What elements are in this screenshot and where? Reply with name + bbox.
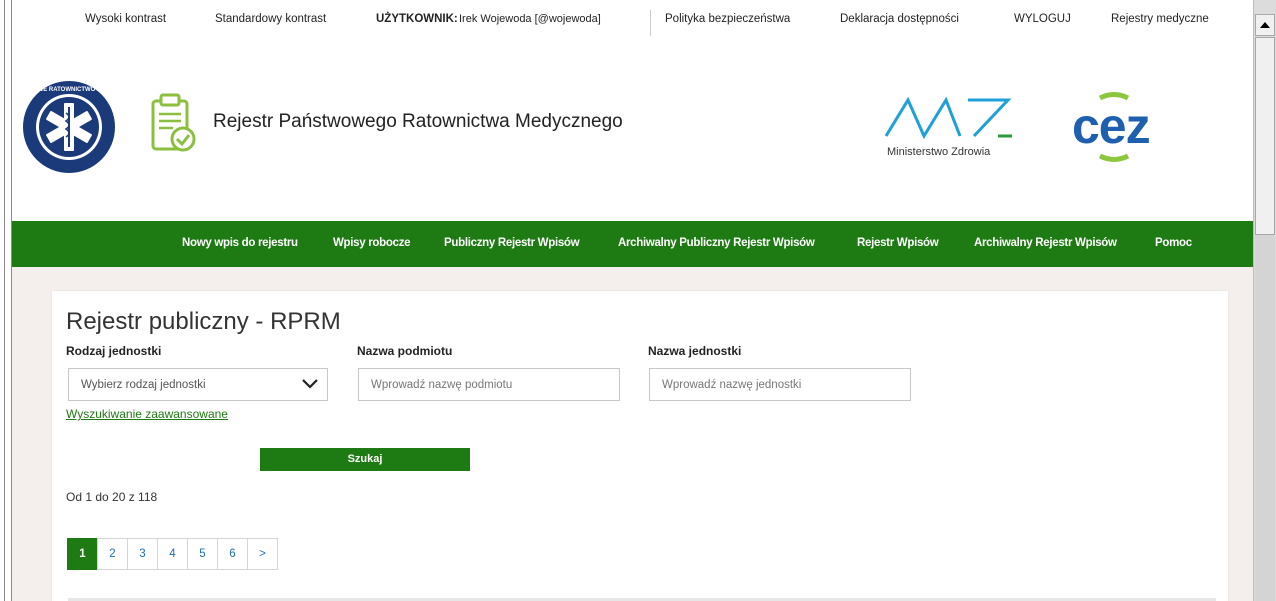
unit-name-placeholder: Wprowadź nazwę jednostki [662,379,802,391]
search-card: Rejestr publiczny - RPRM Rodzaj jednostk… [52,291,1228,601]
scroll-thumb[interactable] [1255,37,1275,235]
ministry-mz-icon [884,96,1012,140]
entity-name-input[interactable]: Wprowadź nazwę podmiotu [358,368,620,401]
site-header: PAŃSTWOWE RATOWNICTWO MEDYCZNE Rejestr P… [12,42,1253,220]
main-nav: Nowy wpis do rejestru Wpisy robocze Publ… [12,221,1253,267]
page-6-button[interactable]: 6 [217,538,248,570]
star-of-life-icon: PAŃSTWOWE RATOWNICTWO MEDYCZNE [22,81,116,173]
scroll-up-button[interactable] [1255,14,1275,36]
nav-new-entry[interactable]: Nowy wpis do rejestru [182,237,298,249]
user-label: UŻYTKOWNIK: [376,13,458,25]
nav-archive-public-register[interactable]: Archiwalny Publiczny Rejestr Wpisów [618,237,815,249]
medical-registers-link[interactable]: Rejestry medyczne [1111,13,1209,25]
entity-name-label: Nazwa podmiotu [357,344,453,358]
page-title: Rejestr publiczny - RPRM [66,308,341,335]
security-policy-link[interactable]: Polityka bezpieczeństwa [665,13,790,25]
window-left-border [0,0,12,601]
nav-drafts[interactable]: Wpisy robocze [333,237,411,249]
page-4-button[interactable]: 4 [157,538,188,570]
scroll-track[interactable] [1255,235,1275,601]
nav-public-register[interactable]: Publiczny Rejestr Wpisów [444,237,580,249]
unit-type-value: Wybierz rodzaj jednostki [81,379,206,391]
ministry-name: Ministerstwo Zdrowia [887,146,991,158]
page-3-button[interactable]: 3 [127,538,158,570]
result-count: Od 1 do 20 z 118 [66,490,158,504]
site-title: Rejestr Państwowego Ratownictwa Medyczne… [213,111,623,132]
page-1-button[interactable]: 1 [67,538,98,570]
standard-contrast-link[interactable]: Standardowy kontrast [215,13,326,25]
entity-name-placeholder: Wprowadź nazwę podmiotu [371,379,513,391]
page-5-button[interactable]: 5 [187,538,218,570]
unit-name-input[interactable]: Wprowadź nazwę jednostki [649,368,911,401]
unit-type-label: Rodzaj jednostki [66,344,162,358]
topbar-separator [650,10,651,36]
nav-register[interactable]: Rejestr Wpisów [857,237,939,249]
unit-type-select[interactable]: Wybierz rodzaj jednostki [68,368,328,401]
cez-logo-text: cez [1072,98,1151,154]
cez-logo[interactable]: cez [1072,92,1182,164]
logout-link[interactable]: WYLOGUJ [1014,13,1071,25]
advanced-search-link[interactable]: Wyszukiwanie zaawansowane [66,407,228,421]
next-page-button[interactable]: > [247,538,278,570]
chevron-down-icon [302,379,318,389]
pagination: 1 2 3 4 5 6 > [67,538,278,570]
vertical-scrollbar[interactable] [1253,0,1276,601]
nav-archive-register[interactable]: Archiwalny Rejestr Wpisów [974,237,1117,249]
arrow-up-icon [1260,22,1270,28]
page-2-button[interactable]: 2 [97,538,128,570]
ministry-logo[interactable]: Ministerstwo Zdrowia [882,94,1022,164]
accessibility-link[interactable]: Deklaracja dostępności [840,13,959,25]
clipboard-check-icon [151,93,196,152]
unit-name-label: Nazwa jednostki [648,344,742,358]
emblem-text: PAŃSTWOWE RATOWNICTWO MEDYCZNE [22,85,116,93]
page: Wysoki kontrast Standardowy kontrast UŻY… [12,0,1253,601]
nav-help[interactable]: Pomoc [1155,237,1192,249]
user-value: Irek Wojewoda [@wojewoda] [459,13,601,25]
top-utility-bar: Wysoki kontrast Standardowy kontrast UŻY… [12,0,1253,42]
high-contrast-link[interactable]: Wysoki kontrast [85,13,166,25]
search-button[interactable]: Szukaj [260,448,470,471]
